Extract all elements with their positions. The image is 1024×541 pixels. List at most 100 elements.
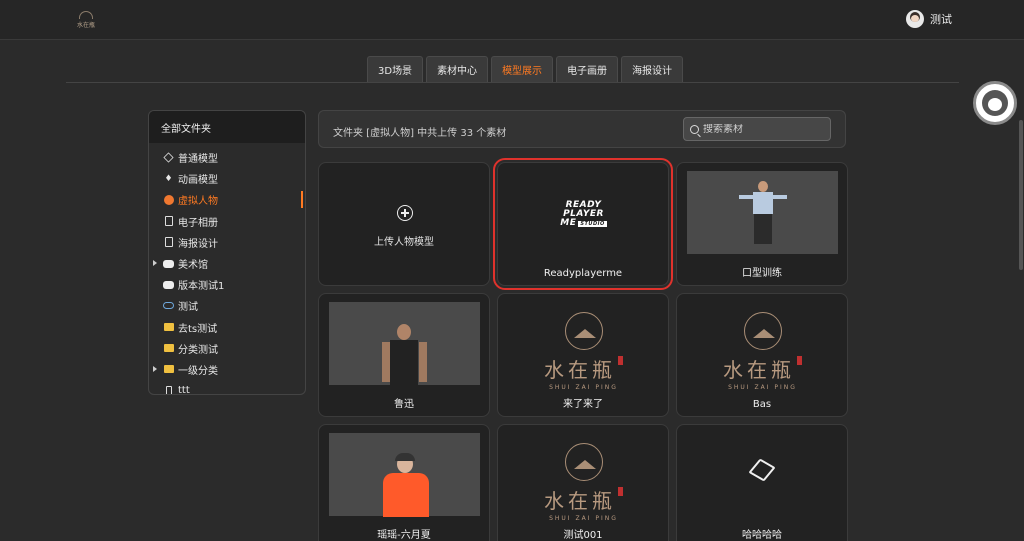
search-box[interactable] <box>683 117 831 141</box>
sidebar-title[interactable]: 全部文件夹 <box>149 111 305 143</box>
model-card[interactable]: 瑶瑶-六月夏 <box>318 424 490 541</box>
sidebar-item-gallery[interactable]: 美术馆 <box>149 253 305 274</box>
model-card[interactable]: 水在瓶 SHUI ZAI PING 来了来了 <box>497 293 669 417</box>
sidebar-item-label: 海报设计 <box>178 238 218 250</box>
tab-e-album[interactable]: 电子画册 <box>556 56 619 82</box>
rpm-logo-studio: STUDIO <box>578 221 607 227</box>
sidebar-item-test[interactable]: 测试 <box>149 295 305 316</box>
folder-icon <box>163 343 174 354</box>
sidebar-item-ttt[interactable]: ttt <box>149 380 305 395</box>
model-thumbnail: 水在瓶 SHUI ZAI PING <box>687 302 838 391</box>
model-card-label: 口型训练 <box>742 268 782 279</box>
model-thumbnail: READY PLAYER ME STUDIO <box>508 171 659 254</box>
brand-logo: 水在瓶 SHUI ZAI PING <box>687 312 838 391</box>
brand-name-cn: 水在瓶 <box>544 358 616 382</box>
model-card[interactable]: 鲁迅 <box>318 293 490 417</box>
brand-name-cn: 水在瓶 <box>723 358 795 382</box>
folder-list: 普通模型 ♦ 动画模型 虚拟人物 电子相册 海报设计 美术馆 版本测试1 测试 … <box>149 143 305 395</box>
album-icon <box>163 216 174 227</box>
model-card-label: 鲁迅 <box>394 399 414 410</box>
folder-icon <box>163 364 174 375</box>
model-card[interactable]: READY PLAYER ME STUDIO Readyplayerme <box>493 158 673 290</box>
brand-name-cn: 水在瓶 <box>544 489 616 513</box>
sidebar-item-e-album[interactable]: 电子相册 <box>149 211 305 232</box>
tab-3d-scene[interactable]: 3D场景 <box>367 56 424 82</box>
expand-caret-icon[interactable] <box>153 365 157 372</box>
avatar-figure <box>381 324 429 386</box>
model-card-label: Bas <box>752 399 772 410</box>
content-toolbar: 文件夹 [虚拟人物] 中共上传 33 个素材 <box>318 110 846 148</box>
app-logo[interactable]: 水在瓶 <box>74 8 98 32</box>
rocket-icon: ♦ <box>164 173 173 184</box>
tab-divider <box>66 82 959 83</box>
model-thumbnail <box>329 433 480 517</box>
model-card[interactable]: 水在瓶 SHUI ZAI PING Bas <box>676 293 848 417</box>
model-card[interactable]: 口型训练 <box>676 162 848 286</box>
search-input[interactable] <box>703 123 823 135</box>
mountain-logo-icon <box>564 443 603 481</box>
sidebar-item-label: 电子相册 <box>178 217 218 229</box>
sidebar-item-poster-design[interactable]: 海报设计 <box>149 232 305 253</box>
model-thumbnail: 水在瓶 SHUI ZAI PING <box>508 433 659 522</box>
logo-mark <box>79 11 93 19</box>
sidebar-item-label: 动画模型 <box>178 175 218 187</box>
sidebar-item-level-one-category[interactable]: 一级分类 <box>149 359 305 380</box>
user-name[interactable]: 测试 <box>930 11 952 27</box>
tab-model-display[interactable]: 模型展示 <box>491 56 554 82</box>
user-menu[interactable]: 测试 <box>906 10 952 28</box>
avatar-figure <box>739 181 787 247</box>
search-icon <box>690 124 699 134</box>
folder-info-text: 文件夹 [虚拟人物] 中共上传 33 个素材 <box>333 128 507 139</box>
sidebar-item-category-test[interactable]: 分类测试 <box>149 338 305 359</box>
cube-icon <box>748 458 776 482</box>
folder-sidebar: 全部文件夹 普通模型 ♦ 动画模型 虚拟人物 电子相册 海报设计 美术馆 版本测… <box>148 110 306 395</box>
model-thumbnail: 水在瓶 SHUI ZAI PING <box>508 302 659 391</box>
upload-label: 上传人物模型 <box>374 237 434 248</box>
assistant-avatar-icon <box>982 90 1008 116</box>
tab-material-center[interactable]: 素材中心 <box>426 56 489 82</box>
rpm-logo-line: ME <box>560 218 577 228</box>
brand-logo: 水在瓶 SHUI ZAI PING <box>508 312 659 391</box>
brand-name-en: SHUI ZAI PING <box>549 384 618 391</box>
model-thumbnail <box>687 171 838 254</box>
version-icon <box>163 279 174 290</box>
sidebar-item-label: 版本测试1 <box>178 281 225 293</box>
mountain-logo-icon <box>564 312 603 350</box>
main-tabs: 3D场景 素材中心 模型展示 电子画册 海报设计 <box>367 56 684 82</box>
rpm-logo-line: PLAYER <box>563 209 604 219</box>
poster-icon <box>163 237 174 248</box>
cloud-icon <box>163 300 174 311</box>
expand-caret-icon[interactable] <box>153 259 157 266</box>
sidebar-item-label: 普通模型 <box>178 154 218 166</box>
sidebar-item-version-test[interactable]: 版本测试1 <box>149 274 305 295</box>
sidebar-item-remove-ts-test[interactable]: 去ts测试 <box>149 317 305 338</box>
sidebar-item-label: 去ts测试 <box>178 323 218 335</box>
person-icon <box>163 194 174 205</box>
brand-name-en: SHUI ZAI PING <box>728 384 797 391</box>
folder-icon <box>163 322 174 333</box>
upload-model-card[interactable]: 上传人物模型 <box>318 162 490 286</box>
assistant-button[interactable] <box>973 81 1017 125</box>
avatar-figure <box>379 453 433 517</box>
sidebar-item-label: ttt <box>178 385 190 395</box>
phone-icon <box>163 385 174 394</box>
top-bar: 水在瓶 测试 <box>0 0 1024 40</box>
sidebar-item-label: 分类测试 <box>178 344 218 356</box>
readyplayerme-logo: READY PLAYER ME STUDIO <box>508 201 659 229</box>
page-scrollbar[interactable] <box>1019 120 1023 270</box>
model-card-label: 哈哈哈哈 <box>742 530 782 541</box>
model-card-label: 来了来了 <box>563 399 603 410</box>
sidebar-item-normal-model[interactable]: 普通模型 <box>149 147 305 168</box>
brand-logo: 水在瓶 SHUI ZAI PING <box>508 443 659 522</box>
sidebar-item-label: 虚拟人物 <box>178 196 218 208</box>
logo-text: 水在瓶 <box>76 22 95 29</box>
user-avatar[interactable] <box>906 10 924 28</box>
sidebar-item-animated-model[interactable]: ♦ 动画模型 <box>149 168 305 189</box>
mountain-logo-icon <box>743 312 782 350</box>
sidebar-item-virtual-person[interactable]: 虚拟人物 <box>149 189 305 210</box>
tab-poster-design[interactable]: 海报设计 <box>621 56 684 82</box>
model-card-label: 瑶瑶-六月夏 <box>377 530 431 541</box>
gallery-icon <box>163 258 174 269</box>
model-card[interactable]: 水在瓶 SHUI ZAI PING 测试001 <box>497 424 669 541</box>
model-card[interactable]: 哈哈哈哈 <box>676 424 848 541</box>
